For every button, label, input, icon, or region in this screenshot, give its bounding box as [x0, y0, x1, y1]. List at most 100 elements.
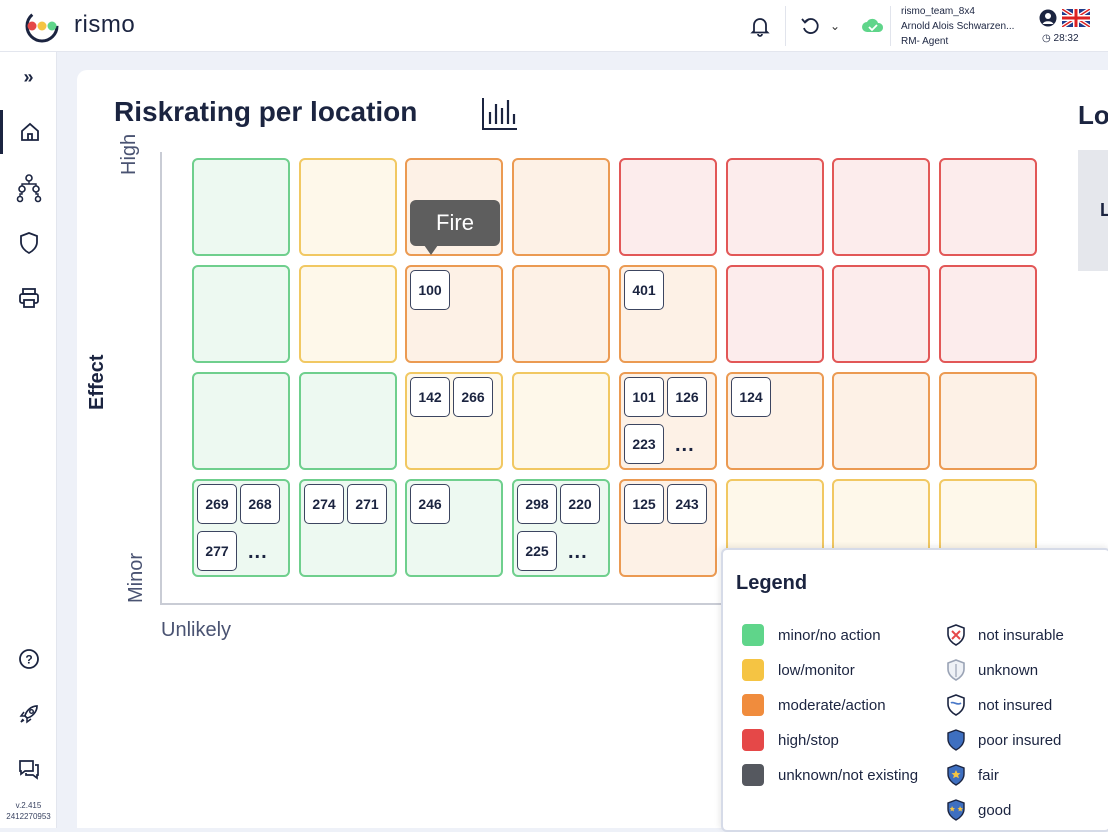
risk-cell[interactable] — [299, 372, 397, 470]
risk-cell[interactable] — [939, 158, 1037, 256]
sidebar-item-hierarchy[interactable] — [0, 166, 57, 210]
legend-item: minor/no action — [742, 622, 881, 648]
location-badge[interactable]: 223 — [624, 424, 664, 464]
session-time: 28:32 — [1053, 33, 1079, 44]
legend-swatch — [742, 659, 764, 681]
chat-icon — [18, 760, 39, 780]
version-number: v.2.415 — [15, 801, 42, 810]
y-axis-high-label: High — [118, 133, 140, 175]
shield-good-icon — [947, 799, 965, 821]
legend-item: not insurable — [946, 622, 1064, 648]
location-badge[interactable]: 298 — [517, 484, 557, 524]
shield-poor-icon — [947, 729, 965, 751]
legend-label: high/stop — [778, 731, 839, 749]
shield-empty-icon — [947, 694, 965, 716]
location-badge[interactable]: 246 — [410, 484, 450, 524]
risk-cell[interactable] — [192, 158, 290, 256]
legend-item: unknown/not existing — [742, 762, 918, 788]
location-badge[interactable]: 101 — [624, 377, 664, 417]
location-badge[interactable]: 269 — [197, 484, 237, 524]
tooltip-arrow — [424, 245, 438, 255]
user-name: Arnold Alois Schwarzen... — [901, 21, 1015, 32]
printer-icon — [18, 288, 39, 308]
more-indicator[interactable]: ... — [568, 542, 588, 562]
uk-flag-icon[interactable] — [1062, 9, 1090, 27]
legend-swatch — [742, 624, 764, 646]
svg-text:?: ? — [25, 653, 32, 667]
divider — [785, 6, 786, 46]
risk-cell[interactable] — [512, 158, 610, 256]
risk-cell[interactable] — [939, 372, 1037, 470]
risk-cell[interactable] — [512, 372, 610, 470]
legend-label: fair — [978, 766, 999, 784]
sidebar-item-security[interactable] — [0, 221, 57, 265]
more-indicator[interactable]: ... — [675, 435, 695, 455]
org-chart-icon — [16, 174, 41, 203]
rismo-logo[interactable] — [20, 8, 64, 44]
hover-tooltip: Fire — [410, 200, 500, 246]
sidebar-item-help[interactable]: ? — [0, 637, 57, 681]
legend-swatch — [742, 694, 764, 716]
location-badge[interactable]: 142 — [410, 377, 450, 417]
x-axis-unlikely-label: Unlikely — [161, 619, 232, 641]
user-avatar-icon[interactable] — [1039, 9, 1057, 27]
location-badge[interactable]: 125 — [624, 484, 664, 524]
build-number: 2412270953 — [6, 812, 51, 821]
sidebar-item-launch[interactable] — [0, 692, 57, 736]
risk-cell[interactable] — [619, 158, 717, 256]
risk-cell[interactable] — [192, 265, 290, 363]
location-badge[interactable]: 268 — [240, 484, 280, 524]
bar-chart-icon[interactable] — [481, 96, 519, 132]
right-panel-label: L — [1100, 200, 1108, 220]
y-axis — [160, 152, 162, 605]
help-icon: ? — [18, 649, 39, 669]
notification-bell-icon[interactable] — [748, 14, 772, 38]
risk-cell[interactable] — [939, 265, 1037, 363]
location-badge[interactable]: 124 — [731, 377, 771, 417]
location-badge[interactable]: 401 — [624, 270, 664, 310]
location-badge[interactable]: 266 — [453, 377, 493, 417]
top-bar: rismo ⌄ rismo_team_8x4 Arnold Alois Schw… — [0, 0, 1108, 52]
risk-cell[interactable] — [726, 158, 824, 256]
more-indicator[interactable]: ... — [248, 542, 268, 562]
version-info: v.2.415 2412270953 — [0, 800, 57, 822]
location-badge[interactable]: 126 — [667, 377, 707, 417]
divider — [890, 6, 891, 46]
location-badge[interactable]: 225 — [517, 531, 557, 571]
legend-item: moderate/action — [742, 692, 886, 718]
legend-label: good — [978, 801, 1012, 819]
location-badge[interactable]: 271 — [347, 484, 387, 524]
rocket-icon — [19, 705, 38, 724]
sidebar: » ? v.2.415 2412270953 — [0, 52, 57, 828]
user-info[interactable]: rismo_team_8x4 Arnold Alois Schwarzen...… — [901, 4, 1014, 49]
location-badge[interactable]: 277 — [197, 531, 237, 571]
sidebar-item-home[interactable] — [0, 110, 57, 154]
legend-item: not insured — [946, 692, 1052, 718]
risk-cell[interactable] — [832, 372, 930, 470]
right-panel-title: Lo — [1078, 100, 1108, 130]
risk-cell[interactable] — [299, 158, 397, 256]
sidebar-item-chat[interactable] — [0, 747, 57, 791]
risk-cell[interactable] — [299, 265, 397, 363]
chevron-down-icon[interactable]: ⌄ — [830, 14, 846, 38]
shield-icon — [19, 232, 38, 255]
risk-cell[interactable] — [726, 265, 824, 363]
risk-cell[interactable] — [512, 265, 610, 363]
location-badge[interactable]: 220 — [560, 484, 600, 524]
undo-icon[interactable] — [798, 14, 822, 38]
legend-item: unknown — [946, 657, 1038, 683]
legend-item: high/stop — [742, 727, 839, 753]
legend-label: not insurable — [978, 626, 1064, 644]
location-badge[interactable]: 274 — [304, 484, 344, 524]
location-badge[interactable]: 243 — [667, 484, 707, 524]
risk-cell[interactable] — [192, 372, 290, 470]
location-badge[interactable]: 100 — [410, 270, 450, 310]
page-title: Riskrating per location — [114, 96, 418, 127]
legend-item: poor insured — [946, 727, 1061, 753]
shield-question-icon — [947, 659, 965, 681]
expand-sidebar-icon[interactable]: » — [0, 55, 57, 99]
sidebar-item-print[interactable] — [0, 276, 57, 320]
legend-swatch — [742, 729, 764, 751]
risk-cell[interactable] — [832, 265, 930, 363]
risk-cell[interactable] — [832, 158, 930, 256]
